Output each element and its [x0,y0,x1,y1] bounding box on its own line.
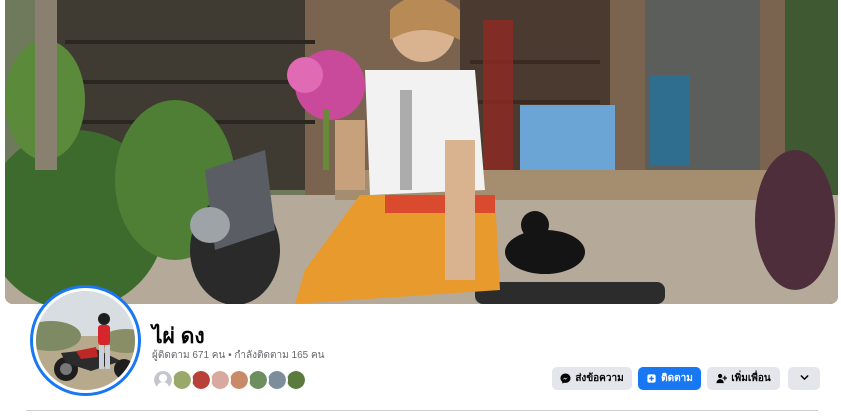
friend-avatar-image [192,371,210,389]
messenger-icon [560,373,571,384]
friend-avatar[interactable] [209,369,231,391]
chevron-down-icon [799,372,810,386]
default-avatar-head [159,374,167,382]
friend-avatar-image [230,371,248,389]
friend-avatar[interactable] [266,369,288,391]
profile-divider [26,410,818,411]
friend-avatar-image [211,371,229,389]
follow-button[interactable]: ติดตาม [638,367,701,390]
message-button-label: ส่งข้อความ [575,373,624,384]
avatar-image [36,291,135,390]
add-friend-button[interactable]: เพิ่มเพื่อน [707,367,780,390]
friend-avatar-image [287,371,305,389]
friend-avatar-image [173,371,191,389]
friend-avatar[interactable] [247,369,269,391]
follow-stats[interactable]: ผู้ติดตาม 671 คน • กำลังติดตาม 165 คน [152,348,325,363]
message-button[interactable]: ส่งข้อความ [552,367,632,390]
cover-photo-image [5,0,838,304]
friend-avatar[interactable] [152,369,174,391]
follow-icon [646,373,657,384]
profile-avatar[interactable] [30,285,141,396]
mutual-friends-avatars [152,369,307,391]
profile-actions: ส่งข้อความ ติดตาม เพิ่มเพื่อน [552,367,820,390]
add-friend-button-label: เพิ่มเพื่อน [731,373,771,384]
friend-avatar[interactable] [228,369,250,391]
add-person-icon [716,373,728,384]
default-avatar-body [157,382,169,389]
friend-avatar-image [249,371,267,389]
follow-button-label: ติดตาม [661,373,693,384]
cover-photo[interactable] [5,0,838,304]
friend-avatar-image [268,371,286,389]
friend-avatar[interactable] [171,369,193,391]
more-options-button[interactable] [788,367,820,390]
friend-avatar[interactable] [285,369,307,391]
friend-avatar[interactable] [190,369,212,391]
